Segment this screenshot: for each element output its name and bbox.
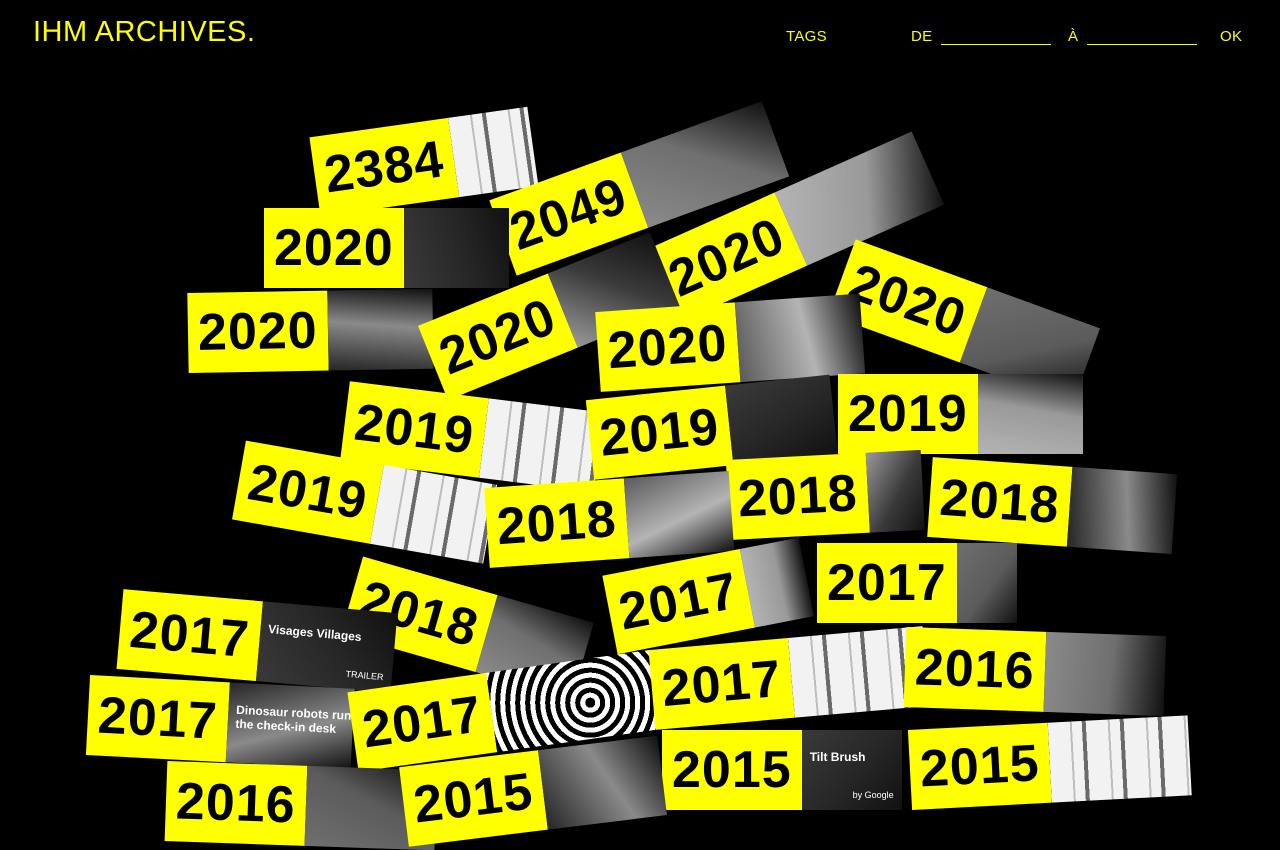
logo[interactable]: IHM ARCHIVES. [33,16,255,49]
archive-card-2017[interactable]: 2017 [817,543,1017,623]
thumbnail-caption: Dinosaur robots run the check-in desk [235,702,352,736]
archive-card-2015[interactable]: 2015 Tilt Brush by Google [662,730,902,810]
card-year: 2020 [264,208,404,288]
thumbnail-subcaption: TRAILER [345,668,384,683]
card-year: 2019 [585,385,734,480]
card-thumbnail [865,449,925,533]
card-thumbnail: Dinosaur robots run the check-in desk [225,682,355,769]
card-thumbnail [724,374,838,466]
card-thumbnail [447,106,539,198]
card-thumbnail [956,543,1017,623]
header: IHM ARCHIVES. TAGS DE À OK [0,0,1280,70]
archive-card-2018[interactable]: 2018 [484,471,734,568]
thumbnail-caption: Visages Villages [267,621,363,645]
card-year: 2015 [399,750,548,847]
ok-button[interactable]: OK [1220,28,1242,45]
archive-card-2017[interactable]: 2017 Dinosaur robots run the check-in des… [85,675,355,769]
thumbnail-subcaption: by Google [852,790,894,800]
card-year: 2016 [164,761,307,846]
tags-link[interactable]: TAGS [786,28,827,45]
card-year: 2016 [903,627,1046,712]
card-year: 2017 [602,549,755,655]
card-thumbnail [369,464,497,564]
card-thumbnail [1047,715,1192,803]
card-year: 2015 [907,722,1052,810]
thumbnail-caption: Tilt Brush [809,750,866,764]
card-thumbnail [734,293,865,383]
archive-card-2020[interactable]: 2020 [264,208,509,288]
card-year: 2018 [927,457,1073,547]
card-thumbnail: Tilt Brush by Google [801,730,902,810]
card-thumbnail: Visages Villages TRAILER [255,601,398,693]
archive-card-2015[interactable]: 2015 [907,715,1192,810]
from-label: DE [911,28,933,45]
card-year: 2017 [85,675,230,763]
card-year: 2020 [595,302,741,392]
archive-card-2019[interactable]: 2019 [838,374,1083,454]
archive-card-2016[interactable]: 2016 [164,761,437,850]
archive-card-2018[interactable]: 2018 [927,457,1177,554]
archive-card-2016[interactable]: 2016 [903,627,1166,717]
card-thumbnail [326,288,434,371]
card-year: 2017 [116,589,263,682]
card-year: 2019 [838,374,978,454]
card-thumbnail [977,374,1083,454]
to-label: À [1068,28,1079,45]
card-year: 2020 [418,273,578,401]
card-year: 2018 [484,478,630,568]
card-year: 2384 [309,117,459,217]
to-date-input[interactable] [1087,26,1197,45]
from-date-input[interactable] [941,26,1051,45]
card-thumbnail [1043,631,1166,717]
card-year: 2017 [817,543,957,623]
card-year: 2020 [187,290,329,373]
card-thumbnail [537,735,667,830]
card-year: 2018 [725,452,870,540]
archive-card-2020[interactable]: 2020 [187,288,434,373]
archive-card-2018[interactable]: 2018 [725,449,925,540]
card-thumbnail [478,398,603,492]
card-thumbnail [1066,466,1177,554]
card-year: 2017 [648,637,795,730]
card-year: 2015 [662,730,802,810]
archive-card-2017[interactable]: 2017 [648,626,930,730]
card-thumbnail [403,208,509,288]
card-thumbnail [623,471,734,559]
